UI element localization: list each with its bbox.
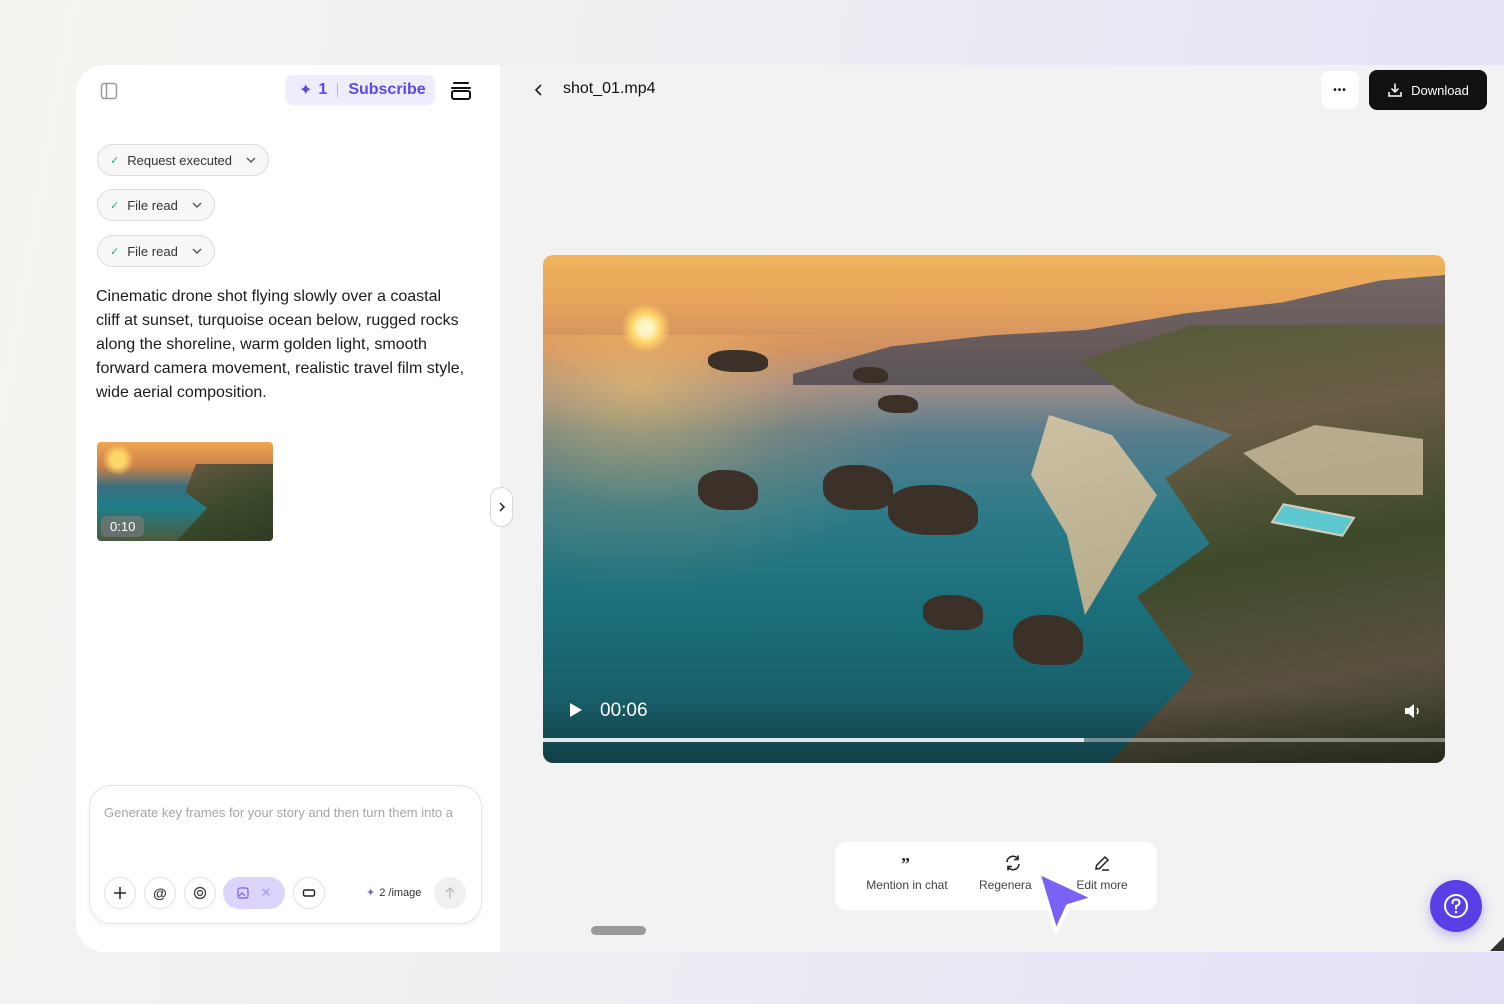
chat-panel: ✦ 1 Subscribe ✓ Request executed ✓ File … — [76, 65, 500, 952]
image-icon — [236, 887, 249, 899]
refresh-icon — [1006, 855, 1020, 871]
action-label: Mention in chat — [866, 878, 948, 892]
tool-call-label: File read — [127, 243, 178, 259]
cursor-pointer-icon — [1036, 870, 1096, 934]
panel-collapse-handle[interactable] — [490, 487, 513, 527]
check-icon: ✓ — [110, 154, 120, 167]
arrow-up-icon — [445, 887, 455, 898]
progress-bar[interactable] — [543, 738, 1445, 742]
app-window: ✦ 1 Subscribe ✓ Request executed ✓ File … — [76, 65, 1504, 952]
tool-call-request-executed[interactable]: ✓ Request executed — [97, 144, 270, 176]
resize-corner-icon — [1490, 937, 1504, 951]
sparkle-icon: ✦ — [366, 887, 376, 899]
tool-call-label: File read — [127, 197, 178, 213]
thumbnail-landscape — [174, 464, 273, 541]
action-label: Regenera — [979, 878, 1032, 892]
player-controls — [543, 693, 1445, 763]
rock — [823, 465, 893, 510]
rock — [853, 367, 888, 383]
cost-text: 2 /image — [379, 886, 422, 899]
file-title: shot_01.mp4 — [563, 80, 656, 97]
more-options-button[interactable]: ••• — [1321, 71, 1359, 109]
cost-label: ✦ 2 /image — [366, 886, 422, 900]
prompt-message: Cinematic drone shot flying slowly over … — [96, 288, 465, 401]
chevron-down-icon — [246, 157, 256, 163]
chevron-down-icon — [192, 202, 202, 208]
at-icon: @ — [153, 885, 167, 901]
send-button[interactable] — [434, 877, 466, 909]
check-icon: ✓ — [110, 199, 120, 212]
play-icon[interactable] — [569, 702, 583, 718]
aspect-ratio-button[interactable] — [293, 877, 325, 909]
chat-input[interactable] — [104, 802, 468, 822]
video-thumbnail[interactable]: 0:10 — [97, 442, 273, 541]
sun — [621, 303, 671, 353]
ellipsis-icon: ••• — [1333, 84, 1347, 96]
video-player[interactable]: 00:06 — [543, 255, 1445, 763]
tool-call-file-read[interactable]: ✓ File read — [97, 189, 215, 221]
horizontal-scrollbar[interactable] — [591, 926, 646, 935]
credit-count: 1 — [318, 81, 328, 98]
quote-icon: ” — [901, 854, 910, 872]
rock — [878, 395, 918, 413]
download-button[interactable]: Download — [1369, 70, 1487, 110]
divider — [337, 83, 339, 97]
model-button[interactable] — [184, 877, 216, 909]
svg-text:”: ” — [901, 854, 910, 872]
subscribe-label: Subscribe — [348, 81, 426, 98]
tool-call-file-read[interactable]: ✓ File read — [97, 235, 215, 267]
rock — [1013, 615, 1083, 665]
chevron-right-icon — [498, 502, 505, 512]
back-icon[interactable] — [531, 82, 547, 98]
chat-composer: @ ✕ ✦ 2 /image — [89, 785, 482, 924]
close-icon[interactable]: ✕ — [261, 885, 272, 901]
current-time: 00:06 — [600, 700, 648, 721]
rock — [698, 470, 758, 510]
media-action-bar: ” Mention in chat Regenera Edit more — [835, 842, 1157, 910]
volume-icon[interactable] — [1403, 702, 1423, 720]
mention-button[interactable]: @ — [144, 877, 176, 909]
chevron-down-icon — [192, 248, 202, 254]
download-label: Download — [1411, 82, 1469, 98]
model-icon — [193, 886, 207, 900]
thumbnail-duration: 0:10 — [101, 516, 145, 537]
mention-in-chat-button[interactable]: ” Mention in chat — [852, 854, 962, 892]
rock — [708, 350, 768, 372]
progress-fill — [543, 738, 1085, 742]
add-button[interactable] — [104, 877, 136, 909]
rock — [888, 485, 978, 535]
plus-icon — [114, 887, 126, 899]
sparkle-icon: ✦ — [299, 82, 313, 99]
rock — [923, 595, 983, 630]
layers-icon[interactable] — [450, 79, 472, 101]
subscribe-button[interactable]: ✦ 1 Subscribe — [285, 75, 435, 105]
check-icon: ✓ — [110, 245, 120, 258]
image-mode-chip[interactable]: ✕ — [223, 877, 285, 909]
aspect-ratio-icon — [302, 889, 316, 897]
question-mark-icon — [1444, 894, 1468, 918]
tool-call-label: Request executed — [127, 152, 233, 168]
sidebar-toggle-icon[interactable] — [100, 82, 118, 100]
download-icon — [1388, 83, 1402, 97]
help-button[interactable] — [1430, 880, 1482, 932]
